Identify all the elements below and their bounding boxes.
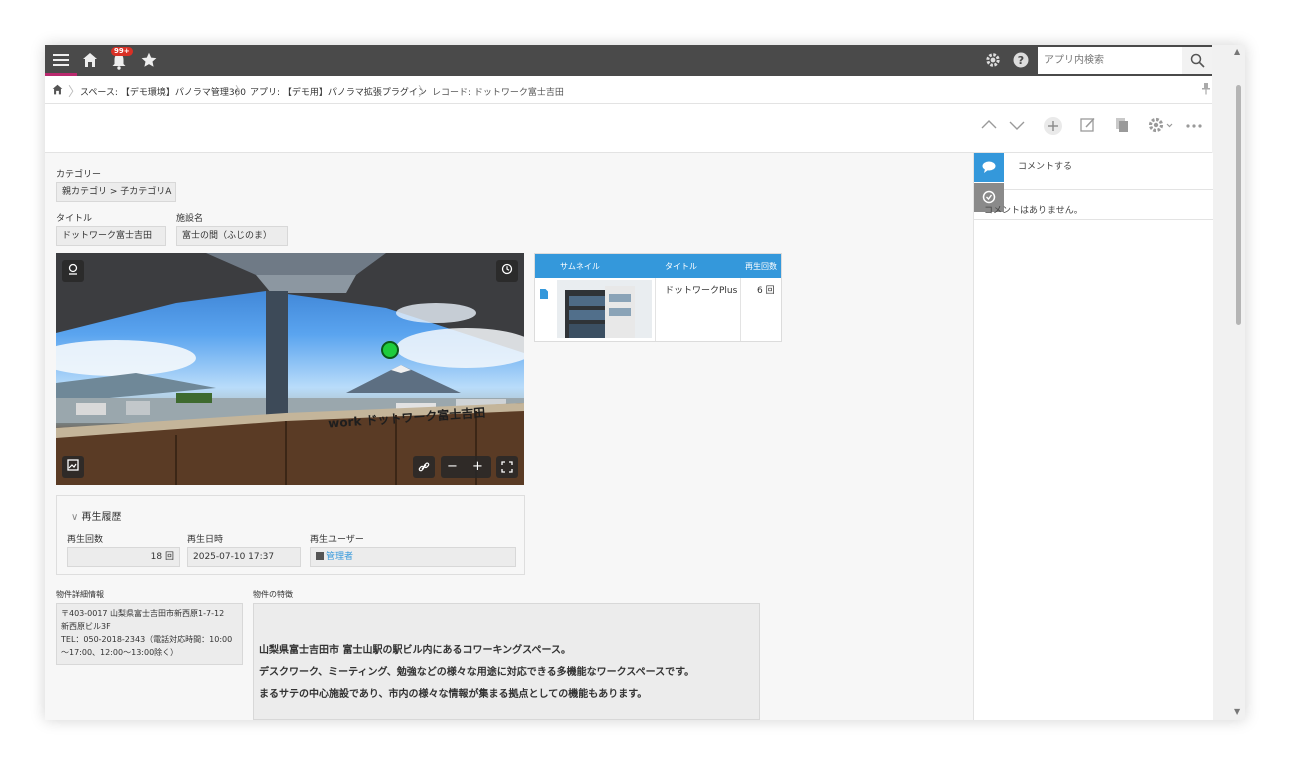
help-icon[interactable]: ? [1013,52,1029,72]
favorites-star-icon[interactable] [141,52,157,72]
document-icon[interactable] [540,284,548,303]
table-header: サムネイル タイトル 再生回数 [535,254,781,278]
category-value: 親カテゴリ > 子カテゴリA [56,182,176,202]
column-header-title: タイトル [665,262,697,271]
top-header-bar: 99+ ? [45,45,1212,76]
comment-input[interactable]: コメントする [1004,153,1213,190]
more-options-icon[interactable] [1185,118,1203,138]
panorama-gallery-icon[interactable] [62,456,84,478]
breadcrumb-separator-icon: 〉 [235,85,249,100]
row-plays: 6 回 [757,286,775,296]
column-divider [740,278,741,341]
comment-sidebar: コメントする コメントはありません。 [973,153,1213,720]
search-button[interactable] [1182,47,1212,74]
column-divider [655,278,656,341]
detail-line: ～17:00、12:00～13:00除く） [61,648,179,657]
notification-badge: 99+ [111,47,133,56]
scroll-up-icon[interactable]: ▲ [1234,47,1240,56]
divider [974,219,1213,220]
play-user-label: 再生ユーザー [310,535,364,545]
panorama-location-icon[interactable] [62,260,84,282]
hamburger-menu-icon[interactable] [53,52,69,72]
property-detail-label: 物件詳細情報 [56,590,104,599]
home-icon[interactable] [82,52,98,72]
svg-text:?: ? [1018,54,1024,67]
detail-line: 〒403-0017 山梨県富士吉田市新西原1-7-12 [61,609,225,618]
add-record-icon[interactable] [1043,116,1063,141]
table-row[interactable]: ドットワークPlus 6 回 [535,278,781,341]
scrollbar-thumb[interactable] [1236,85,1241,325]
column-header-thumbnail: サムネイル [560,262,600,271]
no-comments-text: コメントはありません。 [984,206,1083,216]
facility-value: 富士の間（ふじのま） [176,226,288,246]
feature-line: 山梨県富士吉田市 富士山駅の駅ビル内にあるコワーキングスペース。 [259,645,571,656]
feature-line: まるサテの中心施設であり、市内の様々な情報が集まる拠点としての機能もあります。 [259,689,648,700]
breadcrumb-app-text[interactable]: アプリ: 【デモ用】パノラマ拡張プラグイン [250,88,427,98]
play-datetime-value: 2025-07-10 17:37 [187,547,301,567]
play-history-toggle[interactable]: ∨ 再生履歴 [71,508,122,523]
panorama-hotspot-icon[interactable] [381,341,399,359]
play-count-value: 18 回 [67,547,180,567]
comment-tab-icon[interactable] [974,153,1004,182]
category-label: カテゴリー [56,170,102,180]
play-user-name[interactable]: 管理者 [326,552,353,562]
play-count-label: 再生回数 [67,535,104,545]
property-feature-value: 山梨県富士吉田市 富士山駅の駅ビル内にあるコワーキングスペース。 デスクワーク、… [253,603,760,720]
panorama-viewer[interactable]: work ドットワーク富士吉田 − + [56,253,524,485]
settings-gear-icon[interactable] [985,52,1001,72]
panorama-list-table: サムネイル タイトル 再生回数 ドットワークPlus 6 回 [534,253,782,342]
property-detail-value: 〒403-0017 山梨県富士吉田市新西原1-7-12 新西原ビル3F TEL：… [56,603,243,665]
detail-line: TEL：050-2018-2343（電話対応時間：10:00 [61,635,233,644]
zoom-in-icon[interactable]: + [472,456,483,478]
row-title[interactable]: ドットワークPlus [665,283,737,296]
edit-record-icon[interactable] [1079,116,1097,139]
breadcrumb-app[interactable]: アプリ: 【デモ用】パノラマ拡張プラグイン [250,85,427,98]
play-history-title[interactable]: 再生履歴 [82,512,122,523]
column-header-plays: 再生回数 [745,262,777,271]
feature-line: デスクワーク、ミーティング、勉強などの様々な用途に対応できる多機能なワークスペー… [259,667,695,678]
chevron-down-icon[interactable]: ∨ [71,512,78,523]
detail-line: 新西原ビル3F [61,622,111,631]
thumbnail-image[interactable] [557,280,652,338]
scroll-down-icon[interactable]: ▼ [1234,707,1240,716]
user-icon [316,552,324,560]
app-window: 99+ ? ▲ ▼ 〉 スペース: 【デモ環境】パノラマ管理360 〉 アプリ:… [45,45,1245,720]
breadcrumb-separator-icon: 〉 [418,85,432,100]
record-content: カテゴリー 親カテゴリ > 子カテゴリA タイトル ドットワーク富士吉田 施設名… [45,153,973,720]
breadcrumb-home-icon[interactable] [52,84,63,98]
app-search-input[interactable] [1038,47,1188,74]
facility-label: 施設名 [176,214,204,224]
duplicate-record-icon[interactable] [1114,116,1130,139]
panorama-image[interactable] [56,253,524,485]
next-record-icon[interactable] [1008,116,1026,139]
title-value: ドットワーク富士吉田 [56,226,166,246]
play-datetime-label: 再生日時 [187,535,224,545]
record-settings-gear-icon[interactable] [1147,116,1175,139]
panorama-fullscreen-icon[interactable] [496,456,518,478]
page-scrollbar[interactable]: ▲ ▼ [1212,45,1245,720]
title-label: タイトル [56,214,93,224]
pin-icon[interactable] [1202,83,1210,98]
panorama-zoom-controls: − + [441,456,491,478]
breadcrumb-space-text[interactable]: スペース: 【デモ環境】パノラマ管理360 [80,88,246,98]
property-feature-label: 物件の特徴 [253,590,293,599]
play-history-section: ∨ 再生履歴 再生回数 18 回 再生日時 2025-07-10 17:37 再… [56,495,525,575]
panorama-link-icon[interactable] [413,456,435,478]
comment-placeholder[interactable]: コメントする [1018,159,1072,172]
zoom-out-icon[interactable]: − [447,456,458,478]
breadcrumb-record: レコード: ドットワーク富士吉田 [432,88,564,98]
record-toolbar [45,104,1212,153]
breadcrumb-space[interactable]: スペース: 【デモ環境】パノラマ管理360 [80,85,246,98]
panorama-history-icon[interactable] [496,260,518,282]
breadcrumb: 〉 スペース: 【デモ環境】パノラマ管理360 〉 アプリ: 【デモ用】パノラマ… [45,76,1212,104]
search-icon [1190,53,1205,68]
play-user-value[interactable]: 管理者 [310,547,516,567]
prev-record-icon[interactable] [980,116,998,139]
